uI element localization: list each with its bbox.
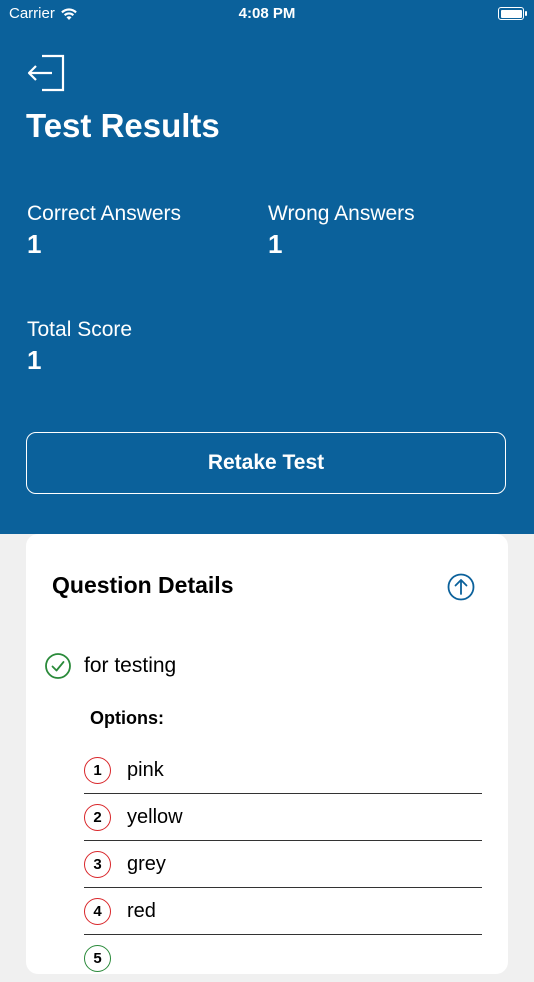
battery-icon [498,7,527,20]
option-number-badge: 2 [84,804,111,831]
total-score-label: Total Score [27,318,133,341]
question-details-title: Question Details [52,572,234,598]
status-time: 4:08 PM [238,5,296,22]
option-text: grey [127,853,166,875]
correct-check-icon [45,653,71,679]
option-item-2: 2 yellow [84,795,482,841]
wrong-answers-value: 1 [268,229,283,259]
question-row[interactable]: for testing [44,652,176,680]
question-details-card: Question Details for testing Options: 1 … [26,534,508,974]
correct-answers-value: 1 [27,229,42,259]
option-text: yellow [127,806,183,828]
option-text: red [127,900,156,922]
logout-icon[interactable] [25,52,67,94]
page-title: Test Results [26,107,220,144]
retake-test-button[interactable]: Retake Test [26,432,506,494]
correct-answers-label: Correct Answers [27,202,182,225]
status-bar: Carrier 4:08 PM [0,0,534,30]
option-text: pink [127,759,164,781]
option-number-badge: 3 [84,851,111,878]
wrong-answers-stat: Wrong Answers 1 [268,202,415,260]
option-item-5: 5 [84,936,482,981]
collapse-up-icon[interactable] [446,572,476,602]
option-number-badge: 4 [84,898,111,925]
option-number-badge: 5 [84,945,111,972]
results-header: Carrier 4:08 PM Test Results Correct Ans… [0,0,534,534]
total-score-value: 1 [27,345,42,375]
option-item-1: 1 pink [84,748,482,794]
option-list: 1 pink 2 yellow 3 grey 4 red 5 [84,748,482,982]
wrong-answers-label: Wrong Answers [268,202,415,225]
question-text: for testing [84,654,177,677]
option-item-3: 3 grey [84,842,482,888]
total-score-stat: Total Score 1 [27,318,132,376]
options-label: Options: [90,708,164,728]
correct-answers-stat: Correct Answers 1 [27,202,181,260]
option-number-badge: 1 [84,757,111,784]
option-item-4: 4 red [84,889,482,935]
